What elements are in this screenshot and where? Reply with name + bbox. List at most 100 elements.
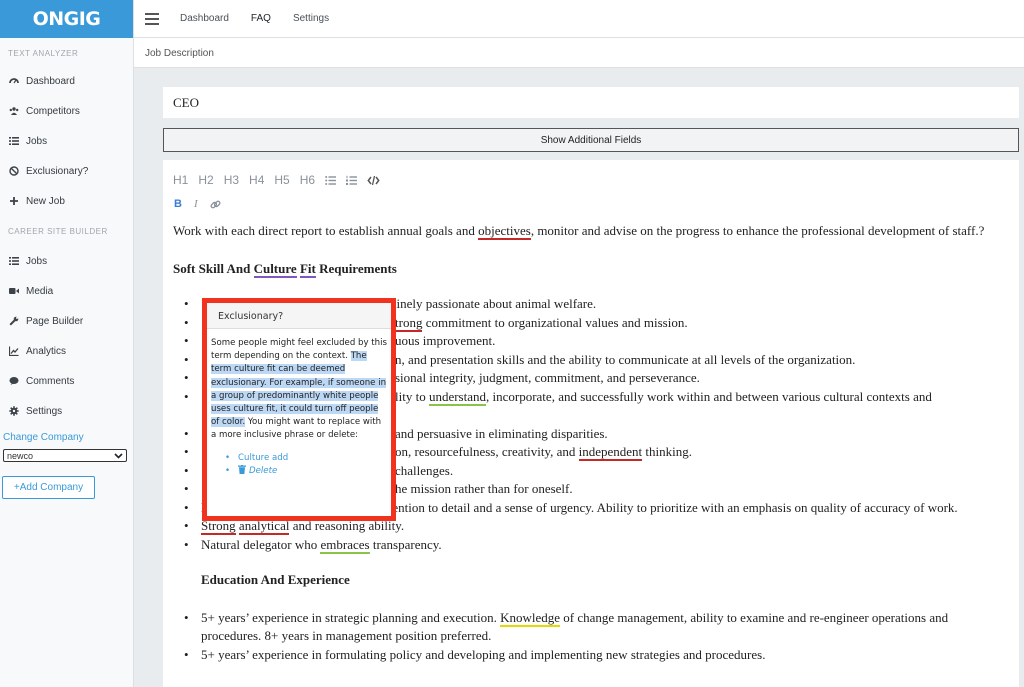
heading-2-button[interactable]: H2 — [198, 173, 213, 187]
code-icon[interactable] — [367, 175, 380, 186]
sidebar-item-label: Media — [26, 285, 54, 297]
trash-icon — [238, 464, 246, 479]
text-run: Work with each direct report to establis… — [173, 223, 479, 238]
heading-soft-skills: Soft Skill And Culture Fit Requirements — [173, 260, 1003, 279]
section-text-analyzer: TEXT ANALYZER — [8, 49, 79, 58]
heading-5-button[interactable]: H5 — [274, 173, 289, 187]
option-label: Culture add — [238, 452, 289, 463]
gear-icon — [9, 406, 19, 416]
users-icon — [9, 106, 19, 116]
list-item: 5+ years’ experience in formulating poli… — [173, 646, 1003, 665]
add-company-button[interactable]: +Add Company — [2, 476, 95, 499]
editor-toolbar: H1 H2 H3 H4 H5 H6 — [173, 173, 390, 187]
heading-1-button[interactable]: H1 — [173, 173, 188, 187]
ban-icon — [9, 166, 19, 176]
intro-paragraph: Work with each direct report to establis… — [173, 222, 1003, 241]
sidebar: ONGIG TEXT ANALYZER Dashboard Competitor… — [0, 0, 134, 687]
text-run: , incorporate, and successfully work wit… — [486, 388, 932, 404]
sidebar-item-label: Jobs — [26, 135, 48, 147]
text-run: uous improvement. — [395, 333, 496, 348]
sidebar-item-page-builder[interactable]: Page Builder — [0, 306, 133, 336]
flagged-word[interactable]: Culture — [253, 260, 297, 278]
job-title-input[interactable]: CEO — [163, 87, 1019, 118]
italic-button[interactable]: I — [194, 198, 198, 210]
text-run: and persuasive in eliminating disparitie… — [395, 425, 608, 441]
sidebar-item-label: New Job — [26, 195, 65, 207]
text-run: 5+ years’ experience in strategic planni… — [201, 609, 501, 625]
numbered-list-icon[interactable] — [346, 175, 358, 186]
list-icon — [9, 136, 19, 146]
italic-label: I — [193, 198, 198, 210]
education-list: 5+ years’ experience in strategic planni… — [173, 609, 1003, 665]
option-delete[interactable]: Delete — [225, 464, 387, 479]
show-additional-fields-button[interactable]: Show Additional Fields — [163, 128, 1019, 152]
sidebar-item-label: Page Builder — [26, 315, 84, 327]
format-toolbar: B I — [174, 198, 233, 210]
plus-icon — [9, 196, 19, 206]
company-select[interactable]: newco — [3, 449, 127, 462]
flagged-word[interactable]: objectives — [478, 223, 531, 240]
text-run: Requirements — [315, 260, 397, 276]
sidebar-item-analytics[interactable]: Analytics — [0, 336, 133, 366]
sidebar-item-label: Settings — [26, 405, 63, 417]
popup-body: Some people might feel excluded by this … — [207, 329, 391, 479]
top-navbar: Dashboard FAQ Settings — [134, 0, 1024, 38]
text-run: on, resourcefulness, creativity, and — [395, 444, 579, 459]
topnav-dashboard[interactable]: Dashboard — [180, 13, 229, 24]
flagged-word[interactable]: Fit — [299, 260, 316, 278]
hamburger-menu-icon[interactable] — [145, 12, 159, 25]
text-run: thinking. — [642, 444, 693, 459]
sidebar-item-jobs[interactable]: Jobs — [0, 126, 133, 156]
text-run: n, and presentation skills and the abili… — [395, 351, 856, 367]
flagged-word[interactable]: Knowledge — [500, 609, 561, 627]
topnav-faq[interactable]: FAQ — [251, 13, 271, 24]
flagged-word[interactable]: understand — [428, 388, 486, 406]
sidebar-item-exclusionary[interactable]: Exclusionary? — [0, 156, 133, 186]
sidebar-item-media[interactable]: Media — [0, 276, 133, 306]
popup-title: Exclusionary? — [207, 303, 391, 329]
text-run: challenges. — [395, 462, 454, 478]
text-run: he mission rather than for oneself. — [395, 481, 573, 496]
sidebar-item-label: Competitors — [26, 105, 80, 117]
chevron-down-icon — [114, 451, 123, 461]
text-run: transparency. — [369, 536, 442, 552]
heading-3-button[interactable]: H3 — [224, 173, 239, 187]
list-item: Natural delegator who embraces transpare… — [173, 536, 1003, 555]
text-run: sional integrity, judgment, commitment, … — [395, 370, 700, 385]
popup-options: Culture add Delete — [211, 452, 387, 479]
sidebar-item-competitors[interactable]: Competitors — [0, 96, 133, 126]
sidebar-item-cs-jobs[interactable]: Jobs — [0, 246, 133, 276]
sidebar-item-label: Dashboard — [26, 75, 75, 87]
sidebar-item-dashboard[interactable]: Dashboard — [0, 66, 133, 96]
text-run: Natural delegator who — [201, 536, 321, 552]
popup-highlighted-text: The term culture fit can be deemed exclu… — [211, 351, 387, 428]
text-run: 5+ years’ experience in formulating poli… — [201, 646, 766, 662]
text-run: lity to — [395, 388, 429, 404]
change-company-link[interactable]: Change Company — [0, 426, 133, 448]
bullet-list-icon[interactable] — [325, 175, 337, 186]
sidebar-item-settings[interactable]: Settings — [0, 396, 133, 426]
wrench-icon — [9, 316, 19, 326]
app-logo[interactable]: ONGIG — [0, 0, 133, 38]
bold-button[interactable]: B — [174, 198, 182, 210]
sidebar-item-label: Jobs — [26, 255, 48, 267]
heading-6-button[interactable]: H6 — [300, 173, 315, 187]
sidebar-item-label: Comments — [26, 375, 75, 387]
option-label: Delete — [249, 466, 278, 477]
topnav-settings[interactable]: Settings — [293, 13, 329, 24]
flagged-word[interactable]: independent — [578, 444, 643, 461]
link-icon[interactable] — [210, 199, 221, 210]
flagged-word[interactable]: embraces — [320, 536, 370, 554]
sidebar-item-comments[interactable]: Comments — [0, 366, 133, 396]
heading-education: Education And Experience — [201, 572, 350, 587]
option-culture-add[interactable]: Culture add — [225, 452, 387, 465]
chart-icon — [9, 346, 19, 356]
flagged-word[interactable]: trong — [395, 314, 423, 332]
section-career-site-builder: CAREER SITE BUILDER — [8, 227, 108, 236]
breadcrumb: Job Description — [145, 48, 214, 59]
list-icon — [9, 256, 19, 266]
exclusionary-popup: Exclusionary? Some people might feel exc… — [202, 298, 396, 521]
sidebar-item-new-job[interactable]: New Job — [0, 186, 133, 216]
breadcrumb-bar: Job Description — [134, 38, 1024, 68]
heading-4-button[interactable]: H4 — [249, 173, 264, 187]
